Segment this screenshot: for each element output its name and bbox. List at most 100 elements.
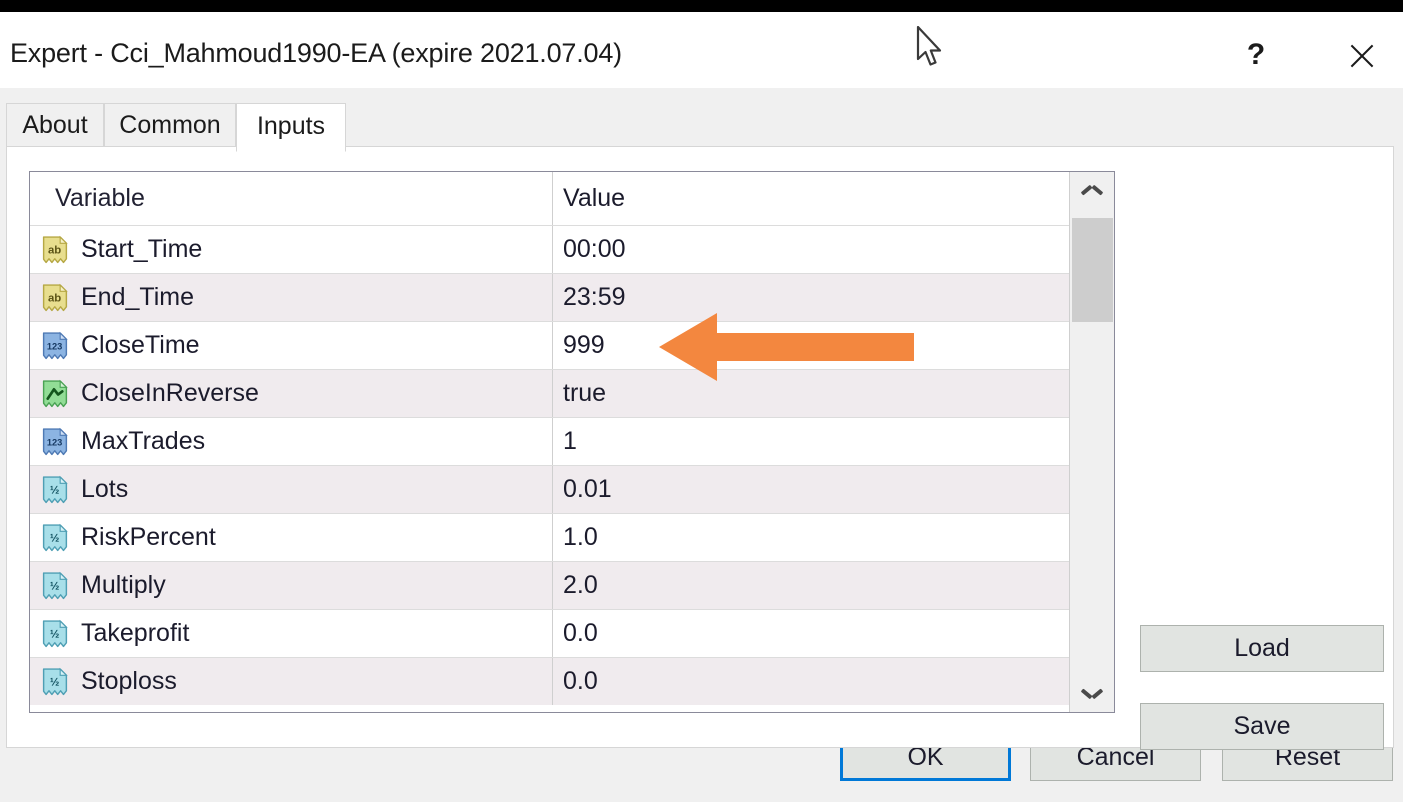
dialog-client-area: About Common Inputs Variable xyxy=(0,88,1403,802)
table-row[interactable]: CloseInReverse true xyxy=(30,369,1070,417)
row-value-text: 00:00 xyxy=(553,235,626,264)
row-variable-name: RiskPercent xyxy=(81,523,216,552)
row-value-text: 0.01 xyxy=(553,475,612,504)
row-variable-cell: ab End_Time xyxy=(30,274,551,321)
row-value-text: 0.0 xyxy=(553,667,598,696)
double-param-icon: ½ xyxy=(40,667,70,697)
table-row[interactable]: ½ Multiply2.0 xyxy=(30,561,1070,609)
inputs-list-box[interactable]: Variable Value ab Start_Time00:00 xyxy=(29,171,1115,713)
bool-param-icon xyxy=(40,379,70,409)
header-cell-value: Value xyxy=(552,172,1070,225)
double-param-icon: ½ xyxy=(40,571,70,601)
row-value-text: 999 xyxy=(553,331,605,360)
expert-properties-dialog: Expert - Cci_Mahmoud1990-EA (expire 2021… xyxy=(0,0,1403,802)
row-variable-name: Multiply xyxy=(81,571,166,600)
row-variable-cell: ½ Takeprofit xyxy=(30,610,551,657)
row-variable-cell: ½ RiskPercent xyxy=(30,514,551,561)
inputs-list-rows: Variable Value ab Start_Time00:00 xyxy=(30,172,1070,712)
row-value-cell[interactable]: 0.01 xyxy=(552,466,1070,513)
svg-text:½: ½ xyxy=(50,532,59,544)
close-button[interactable] xyxy=(1338,32,1386,78)
inputs-list-scrollbar[interactable] xyxy=(1069,172,1114,712)
row-value-text: 1 xyxy=(553,427,577,456)
help-button[interactable]: ? xyxy=(1232,32,1280,78)
table-row[interactable]: ab Start_Time00:00 xyxy=(30,225,1070,273)
row-value-text: 1.0 xyxy=(553,523,598,552)
row-value-text: 2.0 xyxy=(553,571,598,600)
svg-text:ab: ab xyxy=(48,244,61,256)
save-button[interactable]: Save xyxy=(1140,703,1384,750)
svg-text:½: ½ xyxy=(50,484,59,496)
chevron-up-icon xyxy=(1082,189,1102,200)
row-value-cell[interactable]: 999 xyxy=(552,322,1070,369)
double-param-icon: ½ xyxy=(40,619,70,649)
row-variable-cell: 123 CloseTime xyxy=(30,322,551,369)
row-value-text: 23:59 xyxy=(553,283,626,312)
row-variable-cell: ½ Multiply xyxy=(30,562,551,609)
inputs-tab-page: Variable Value ab Start_Time00:00 xyxy=(6,146,1394,748)
string-param-icon: ab xyxy=(40,283,70,313)
column-header-variable: Variable xyxy=(30,184,145,213)
row-value-cell[interactable]: 23:59 xyxy=(552,274,1070,321)
tab-inputs-label: Inputs xyxy=(257,112,325,140)
load-button[interactable]: Load xyxy=(1140,625,1384,672)
table-body: ab Start_Time00:00 ab End_Time23:59 123 … xyxy=(30,225,1070,705)
tab-common-label: Common xyxy=(119,111,220,139)
double-param-icon: ½ xyxy=(40,475,70,505)
load-button-label: Load xyxy=(1234,634,1290,663)
row-variable-name: End_Time xyxy=(81,283,194,312)
row-value-text: 0.0 xyxy=(553,619,598,648)
row-variable-name: Takeprofit xyxy=(81,619,189,648)
tab-about[interactable]: About xyxy=(6,103,104,147)
double-param-icon: ½ xyxy=(40,523,70,553)
close-icon xyxy=(1346,40,1378,72)
table-row[interactable]: ½ Stoploss0.0 xyxy=(30,657,1070,705)
tab-inputs[interactable]: Inputs xyxy=(236,103,346,152)
scroll-up-button[interactable] xyxy=(1070,172,1114,216)
window-title-bar: Expert - Cci_Mahmoud1990-EA (expire 2021… xyxy=(0,12,1403,88)
row-value-cell[interactable]: 00:00 xyxy=(552,226,1070,273)
svg-text:123: 123 xyxy=(47,437,63,447)
row-value-cell[interactable]: 1.0 xyxy=(552,514,1070,561)
row-variable-cell: ½ Lots xyxy=(30,466,551,513)
int-param-icon: 123 xyxy=(40,427,70,457)
row-value-cell[interactable]: true xyxy=(552,370,1070,417)
tab-common[interactable]: Common xyxy=(104,103,236,147)
svg-text:½: ½ xyxy=(50,628,59,640)
row-variable-cell: ½ Stoploss xyxy=(30,658,551,705)
row-variable-name: Stoploss xyxy=(81,667,177,696)
header-cell-variable: Variable xyxy=(30,172,551,225)
row-variable-name: Lots xyxy=(81,475,128,504)
table-row[interactable]: 123 CloseTime999 xyxy=(30,321,1070,369)
table-row[interactable]: ½ Takeprofit0.0 xyxy=(30,609,1070,657)
row-value-cell[interactable]: 0.0 xyxy=(552,610,1070,657)
row-value-text: true xyxy=(553,379,606,408)
row-variable-cell: 123 MaxTrades xyxy=(30,418,551,465)
row-value-cell[interactable]: 1 xyxy=(552,418,1070,465)
table-row[interactable]: 123 MaxTrades1 xyxy=(30,417,1070,465)
svg-text:ab: ab xyxy=(48,292,61,304)
row-value-cell[interactable]: 2.0 xyxy=(552,562,1070,609)
table-row[interactable]: ½ RiskPercent1.0 xyxy=(30,513,1070,561)
question-mark-icon: ? xyxy=(1247,38,1265,71)
window-title: Expert - Cci_Mahmoud1990-EA (expire 2021… xyxy=(10,38,622,69)
scrollbar-thumb[interactable] xyxy=(1072,218,1113,322)
row-value-cell[interactable]: 0.0 xyxy=(552,658,1070,705)
row-variable-name: CloseInReverse xyxy=(81,379,259,408)
table-row[interactable]: ½ Lots0.01 xyxy=(30,465,1070,513)
string-param-icon: ab xyxy=(40,235,70,265)
tab-about-label: About xyxy=(22,111,87,139)
scroll-down-button[interactable] xyxy=(1070,668,1114,712)
svg-text:½: ½ xyxy=(50,676,59,688)
table-row[interactable]: ab End_Time23:59 xyxy=(30,273,1070,321)
chevron-down-icon xyxy=(1082,685,1102,696)
svg-text:123: 123 xyxy=(47,341,63,351)
int-param-icon: 123 xyxy=(40,331,70,361)
row-variable-name: CloseTime xyxy=(81,331,200,360)
row-variable-cell: CloseInReverse xyxy=(30,370,551,417)
row-variable-cell: ab Start_Time xyxy=(30,226,551,273)
table-header-row: Variable Value xyxy=(30,172,1070,225)
row-variable-name: Start_Time xyxy=(81,235,202,264)
save-button-label: Save xyxy=(1234,712,1291,741)
screen-top-black-bar xyxy=(0,0,1403,12)
